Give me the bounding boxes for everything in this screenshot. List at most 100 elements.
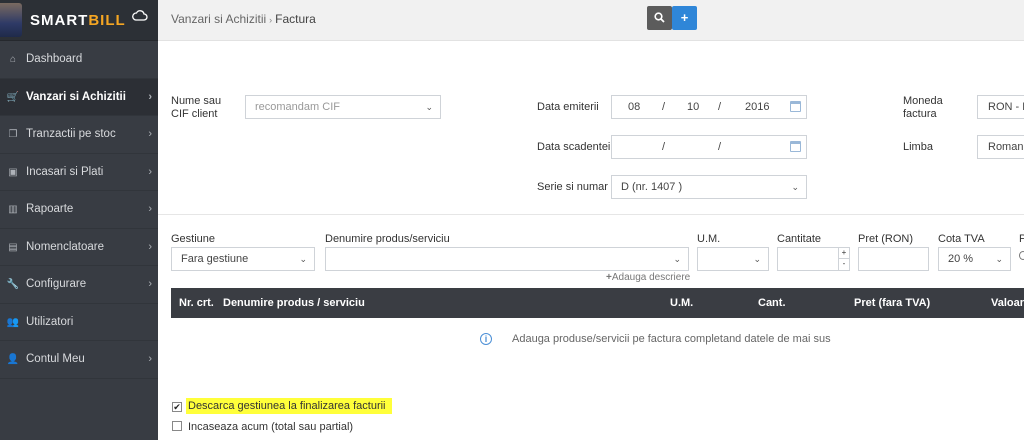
language-label: Limba	[903, 141, 933, 153]
section-divider	[158, 214, 1024, 215]
users-icon: 👥	[6, 316, 20, 328]
series-select[interactable]: D (nr. 1407 ) ⌄	[611, 175, 807, 199]
gestiune-label: Gestiune	[171, 233, 216, 245]
search-icon	[654, 12, 665, 23]
chevron-right-icon: ›	[148, 128, 152, 140]
products-table-header: Nr. crt. Denumire produs / serviciu U.M.…	[171, 288, 1024, 318]
chevron-right-icon: ›	[148, 278, 152, 290]
sidebar-item-label: Utilizatori	[26, 315, 74, 328]
sidebar-item-label: Nomenclatoare	[26, 240, 104, 253]
add-button[interactable]: +	[672, 6, 697, 30]
col-header-product: Denumire produs / serviciu	[223, 297, 365, 309]
issue-date-label: Data emiterii	[537, 101, 599, 113]
search-button[interactable]	[647, 6, 672, 30]
add-description-label: Adauga descriere	[611, 272, 691, 283]
wrench-icon: 🔧	[6, 279, 20, 290]
sidebar-item-incasari-si-plati[interactable]: ▣ Incasari si Plati ›	[0, 154, 158, 191]
chevron-down-icon: ⌄	[299, 254, 307, 264]
empty-table-message: i Adauga produse/servicii pe factura comp…	[480, 333, 831, 345]
price-input[interactable]	[858, 247, 929, 271]
qty-input[interactable]: + -	[777, 247, 850, 271]
chevron-right-icon: ›	[148, 240, 152, 253]
sidebar: SMARTBILL ⌂ Dashboard 🛒 Vanzari si Achizit…	[0, 0, 158, 440]
info-icon: i	[480, 333, 492, 345]
product-input[interactable]: ⌄	[325, 247, 689, 271]
breadcrumb: Vanzari si Achizitii › Factura	[171, 12, 316, 26]
gestiune-value: Fara gestiune	[181, 253, 249, 265]
calendar-icon[interactable]	[790, 141, 801, 152]
chevron-right-icon: ›	[148, 353, 152, 365]
sidebar-item-tranzactii-pe-stoc[interactable]: ❐ Tranzactii pe stoc ›	[0, 116, 158, 154]
price-type-radio[interactable]	[1019, 251, 1024, 260]
sidebar-item-vanzari-si-achizitii[interactable]: 🛒 Vanzari si Achizitii ›	[0, 78, 158, 116]
issue-date-year: 2016	[745, 101, 770, 113]
client-label: Nume sau CIF client	[171, 95, 222, 120]
gestiune-select[interactable]: Fara gestiune ⌄	[171, 247, 315, 271]
sidebar-item-label: Rapoarte	[26, 203, 74, 215]
chevron-down-icon: ⌄	[995, 254, 1003, 264]
date-separator: /	[718, 101, 722, 113]
bar-chart-icon: ▥	[8, 204, 18, 215]
sidebar-menu: ⌂ Dashboard 🛒 Vanzari si Achizitii › ❐ Tranz…	[0, 41, 158, 379]
cloud-icon	[132, 10, 148, 21]
due-date-input[interactable]: / /	[611, 135, 807, 159]
plus-icon: +	[680, 10, 689, 25]
chevron-down-icon: ⌄	[753, 254, 761, 264]
breadcrumb-parent[interactable]: Vanzari si Achizitii	[171, 12, 266, 26]
chevron-right-icon: ›	[148, 203, 152, 215]
sidebar-item-label: Incasari si Plati	[26, 165, 104, 178]
vat-select[interactable]: 20 % ⌄	[938, 247, 1011, 271]
sidebar-item-contul-meu[interactable]: 👤 Contul Meu ›	[0, 341, 158, 379]
sidebar-item-label: Tranzactii pe stoc	[26, 128, 116, 140]
sidebar-item-label: Contul Meu	[26, 353, 85, 365]
chevron-down-icon: ⌄	[791, 182, 799, 192]
collect-now-label: Incaseaza acum (total sau partial)	[188, 421, 354, 433]
money-icon: ▣	[8, 166, 18, 178]
sidebar-item-dashboard[interactable]: ⌂ Dashboard	[0, 41, 158, 79]
col-header-um: U.M.	[670, 297, 694, 309]
logo-text-bill: BILL	[88, 12, 126, 29]
avatar[interactable]	[0, 3, 22, 37]
client-placeholder: recomandam CIF	[255, 101, 340, 113]
sidebar-item-label: Dashboard	[26, 53, 83, 65]
issue-date-input[interactable]: 08 / 10 / 2016	[611, 95, 807, 119]
home-icon: ⌂	[9, 54, 17, 65]
copy-icon: ❐	[8, 129, 18, 140]
qty-label: Cantitate	[777, 233, 822, 245]
empty-table-text: Adauga produse/servicii pe factura compl…	[512, 333, 831, 345]
client-input[interactable]: recomandam CIF ⌄	[245, 95, 441, 119]
currency-select[interactable]: RON - Le	[977, 95, 1024, 119]
logo-bar: SMARTBILL	[0, 0, 158, 41]
currency-value: RON - Le	[988, 101, 1024, 113]
calendar-icon[interactable]	[790, 101, 801, 112]
price-label: Pret (RON)	[858, 233, 913, 245]
collect-now-checkbox[interactable]	[172, 421, 182, 431]
sidebar-item-utilizatori[interactable]: 👥 Utilizatori	[0, 304, 158, 341]
smartbill-logo[interactable]: SMARTBILL	[30, 12, 126, 29]
breadcrumb-current: Factura	[275, 12, 316, 26]
col-header-value: Valoar	[991, 297, 1024, 309]
add-description-link[interactable]: +Adauga descriere	[606, 272, 690, 283]
list-icon: ▤	[8, 241, 18, 253]
qty-decrement-button[interactable]: -	[839, 259, 849, 270]
logo-text-smart: SMART	[30, 12, 89, 29]
discharge-stock-option[interactable]: ✔ Descarca gestiunea la finalizarea factu…	[172, 398, 392, 414]
sidebar-item-configurare[interactable]: 🔧 Configurare ›	[0, 266, 158, 304]
um-select[interactable]: ⌄	[697, 247, 769, 271]
discharge-stock-checkbox[interactable]: ✔	[172, 402, 182, 412]
due-date-label: Data scadentei	[537, 141, 611, 153]
col-header-qty: Cant.	[758, 297, 786, 309]
chevron-right-icon: ›	[148, 90, 152, 103]
sidebar-item-label: Vanzari si Achizitii	[26, 90, 126, 103]
sidebar-item-rapoarte[interactable]: ▥ Rapoarte ›	[0, 191, 158, 229]
top-bar: Vanzari si Achizitii › Factura +	[158, 0, 1024, 41]
qty-increment-button[interactable]: +	[839, 248, 849, 259]
date-separator: /	[718, 141, 722, 153]
series-label: Serie si numar	[537, 181, 608, 193]
collect-now-option[interactable]: Incaseaza acum (total sau partial)	[172, 421, 353, 434]
language-select[interactable]: Romana	[977, 135, 1024, 159]
vat-value: 20 %	[948, 253, 974, 265]
issue-date-month: 10	[687, 101, 700, 113]
qty-stepper[interactable]: + -	[838, 248, 849, 270]
sidebar-item-nomenclatoare[interactable]: ▤ Nomenclatoare ›	[0, 229, 158, 266]
